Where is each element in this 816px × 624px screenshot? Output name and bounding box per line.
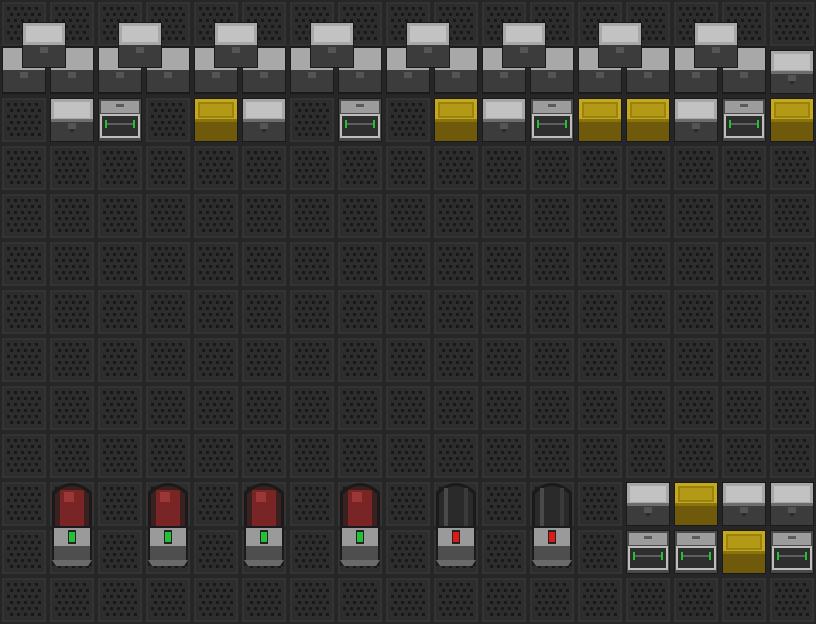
cryo-pod <box>532 483 572 566</box>
crate-yellow <box>770 98 814 142</box>
crate-yellow <box>194 98 238 142</box>
crate-yellow <box>626 98 670 142</box>
game-map <box>0 0 816 624</box>
crate-yellow <box>674 482 718 526</box>
crate-grey <box>722 482 766 526</box>
crate-rack <box>98 98 142 142</box>
crate-grey <box>242 98 286 142</box>
tile-map <box>0 0 816 624</box>
crate-rack <box>722 98 766 142</box>
crate-yellow <box>722 530 766 574</box>
crate-rack <box>530 98 574 142</box>
crate-grey <box>482 98 526 142</box>
crate-rack <box>674 530 718 574</box>
cryo-pod <box>436 483 476 566</box>
crate-grey <box>50 98 94 142</box>
crate-yellow <box>578 98 622 142</box>
crate-yellow <box>434 98 478 142</box>
crate-rack <box>338 98 382 142</box>
crate-grey <box>674 98 718 142</box>
corner-locker <box>770 50 814 94</box>
cryo-pod <box>244 483 284 566</box>
cryo-pod <box>52 483 92 566</box>
crate-grey <box>770 482 814 526</box>
crate-rack <box>770 530 814 574</box>
cryo-pod <box>340 483 380 566</box>
cryo-pod <box>148 483 188 566</box>
crate-rack <box>626 530 670 574</box>
crate-grey <box>626 482 670 526</box>
